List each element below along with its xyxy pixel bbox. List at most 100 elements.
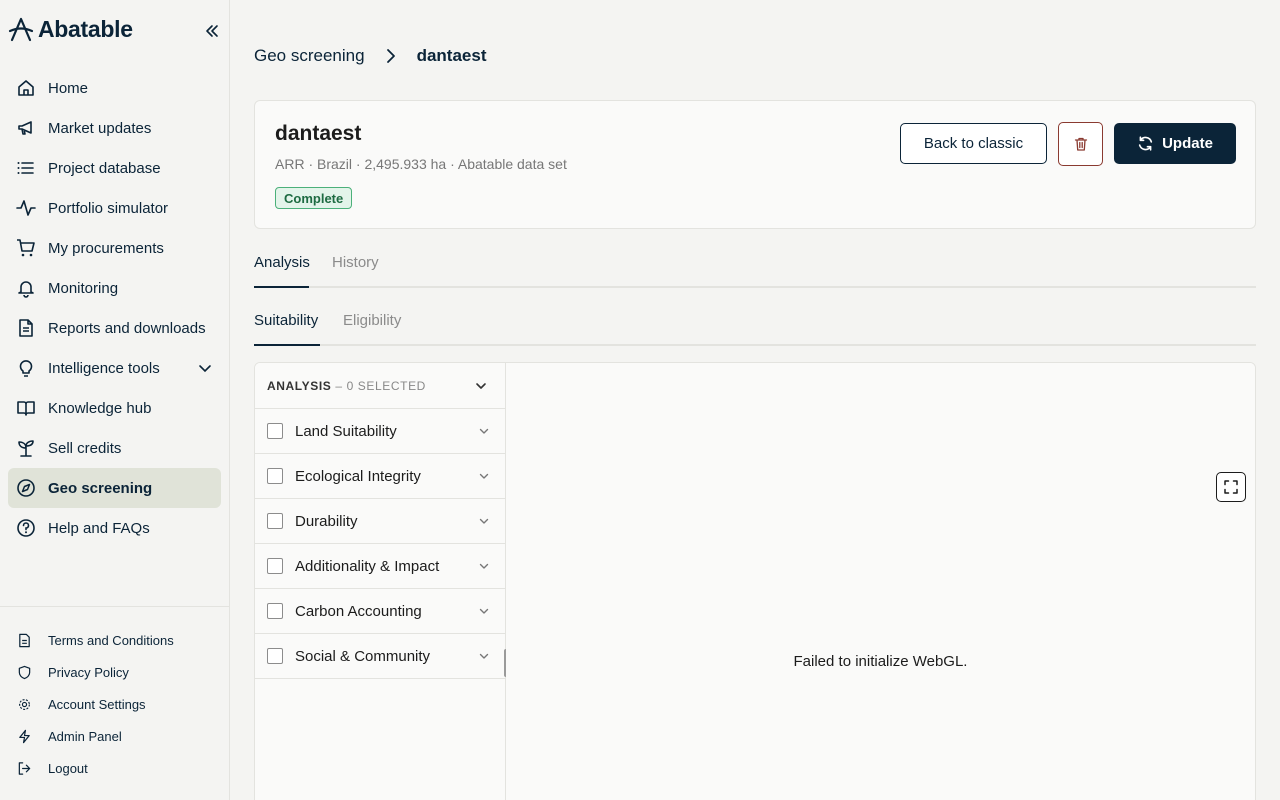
chevron-down-icon bbox=[479, 518, 489, 524]
collapse-sidebar-button[interactable] bbox=[201, 20, 223, 42]
sidebar-item-sell-credits[interactable]: Sell credits bbox=[8, 428, 221, 468]
sidebar-item-knowledge-hub[interactable]: Knowledge hub bbox=[8, 388, 221, 428]
checkbox[interactable] bbox=[267, 558, 283, 574]
main-nav: Home Market updates Project database Por… bbox=[8, 68, 221, 548]
checkbox[interactable] bbox=[267, 648, 283, 664]
sidebar-item-label: Intelligence tools bbox=[48, 359, 160, 377]
fullscreen-button[interactable] bbox=[1216, 472, 1246, 502]
map-error-message: Failed to initialize WebGL. bbox=[793, 653, 968, 670]
map-area[interactable]: Failed to initialize WebGL. bbox=[506, 363, 1255, 800]
refresh-icon bbox=[1138, 136, 1153, 151]
footer-item-terms[interactable]: Terms and Conditions bbox=[8, 624, 221, 656]
category-additionality-impact[interactable]: Additionality & Impact bbox=[255, 544, 505, 589]
chevron-down-icon bbox=[479, 608, 489, 614]
project-meta: ARR · Brazil · 2,495.933 ha · Abatable d… bbox=[275, 156, 567, 172]
project-title: dantaest bbox=[275, 122, 362, 145]
checkbox[interactable] bbox=[267, 603, 283, 619]
trash-icon bbox=[1074, 137, 1087, 151]
sidebar-item-intelligence-tools[interactable]: Intelligence tools bbox=[8, 348, 221, 388]
cart-icon bbox=[16, 238, 36, 258]
footer-item-label: Account Settings bbox=[48, 696, 146, 712]
tab-analysis[interactable]: Analysis bbox=[254, 254, 310, 271]
breadcrumb-geo-screening[interactable]: Geo screening bbox=[254, 46, 365, 66]
footer-item-account-settings[interactable]: Account Settings bbox=[8, 688, 221, 720]
footer-item-admin-panel[interactable]: Admin Panel bbox=[8, 720, 221, 752]
list-icon bbox=[16, 158, 36, 178]
footer-item-privacy[interactable]: Privacy Policy bbox=[8, 656, 221, 688]
chevron-down-icon bbox=[476, 383, 486, 389]
analysis-header-label: ANALYSIS bbox=[267, 378, 332, 393]
secondary-tabs: Suitability Eligibility bbox=[254, 308, 1256, 346]
sidebar-item-help[interactable]: Help and FAQs bbox=[8, 508, 221, 548]
update-button[interactable]: Update bbox=[1114, 123, 1236, 164]
sidebar-item-label: Monitoring bbox=[48, 279, 119, 297]
sidebar-item-label: My procurements bbox=[48, 239, 164, 257]
sidebar-item-my-procurements[interactable]: My procurements bbox=[8, 228, 221, 268]
sidebar-item-reports[interactable]: Reports and downloads bbox=[8, 308, 221, 348]
update-button-label: Update bbox=[1162, 135, 1213, 152]
tab-history[interactable]: History bbox=[332, 254, 379, 271]
sidebar-item-portfolio-simulator[interactable]: Portfolio simulator bbox=[8, 188, 221, 228]
activity-icon bbox=[16, 198, 36, 218]
category-social-community[interactable]: Social & Community bbox=[255, 634, 505, 679]
sidebar-item-label: Help and FAQs bbox=[48, 519, 150, 537]
analysis-sidebar: ANALYSIS – 0 SELECTED Land Suitability E… bbox=[255, 363, 506, 800]
category-label: Land Suitability bbox=[295, 422, 397, 440]
tab-suitability[interactable]: Suitability bbox=[254, 312, 318, 329]
analysis-panel: ANALYSIS – 0 SELECTED Land Suitability E… bbox=[254, 362, 1256, 800]
sidebar-item-project-database[interactable]: Project database bbox=[8, 148, 221, 188]
home-icon bbox=[16, 78, 36, 98]
book-icon bbox=[16, 398, 36, 418]
lightbulb-icon bbox=[16, 358, 36, 378]
megaphone-icon bbox=[16, 118, 36, 138]
checkbox[interactable] bbox=[267, 513, 283, 529]
sidebar-item-market-updates[interactable]: Market updates bbox=[8, 108, 221, 148]
sidebar-item-label: Project database bbox=[48, 159, 161, 177]
sidebar: Abatable Home Market updates Project dat… bbox=[0, 0, 230, 800]
back-to-classic-button[interactable]: Back to classic bbox=[900, 123, 1047, 164]
analysis-selected-count: – 0 SELECTED bbox=[335, 378, 426, 393]
primary-tabs: Analysis History bbox=[254, 250, 1256, 288]
status-badge: Complete bbox=[275, 187, 353, 209]
sidebar-item-label: Reports and downloads bbox=[48, 319, 206, 337]
sidebar-item-label: Sell credits bbox=[48, 439, 122, 457]
chevron-down-icon bbox=[479, 428, 489, 434]
sidebar-item-label: Market updates bbox=[48, 119, 152, 137]
main-content: Geo screening dantaest dantaest ARR · Br… bbox=[254, 0, 1256, 800]
sidebar-item-home[interactable]: Home bbox=[8, 68, 221, 108]
project-header-card: dantaest ARR · Brazil · 2,495.933 ha · A… bbox=[254, 100, 1256, 229]
chevron-down-icon bbox=[199, 365, 211, 373]
category-label: Additionality & Impact bbox=[295, 557, 440, 575]
analysis-dropdown[interactable]: ANALYSIS – 0 SELECTED bbox=[255, 363, 505, 409]
fullscreen-icon bbox=[1224, 480, 1238, 494]
brand-name: Abatable bbox=[38, 16, 133, 42]
sidebar-item-geo-screening[interactable]: Geo screening bbox=[8, 468, 221, 508]
footer-item-label: Terms and Conditions bbox=[48, 632, 174, 648]
category-durability[interactable]: Durability bbox=[255, 499, 505, 544]
footer-item-label: Logout bbox=[48, 760, 88, 776]
delete-button[interactable] bbox=[1058, 122, 1103, 166]
document-icon bbox=[16, 318, 36, 338]
tab-active-indicator bbox=[254, 286, 309, 288]
breadcrumb: Geo screening dantaest bbox=[254, 46, 487, 66]
checkbox[interactable] bbox=[267, 468, 283, 484]
category-land-suitability[interactable]: Land Suitability bbox=[255, 409, 505, 454]
chevrons-left-icon bbox=[206, 25, 218, 37]
sidebar-item-label: Knowledge hub bbox=[48, 399, 152, 417]
chevron-right-icon bbox=[386, 49, 395, 63]
category-ecological-integrity[interactable]: Ecological Integrity bbox=[255, 454, 505, 499]
gear-icon bbox=[16, 696, 32, 712]
sidebar-footer: Terms and Conditions Privacy Policy Acco… bbox=[8, 624, 221, 784]
checkbox[interactable] bbox=[267, 423, 283, 439]
category-carbon-accounting[interactable]: Carbon Accounting bbox=[255, 589, 505, 634]
compass-icon bbox=[16, 478, 36, 498]
chevron-down-icon bbox=[479, 473, 489, 479]
help-icon bbox=[16, 518, 36, 538]
sprout-icon bbox=[16, 438, 36, 458]
footer-item-logout[interactable]: Logout bbox=[8, 752, 221, 784]
brand-logo[interactable]: Abatable bbox=[8, 16, 133, 43]
tab-eligibility[interactable]: Eligibility bbox=[343, 312, 401, 329]
sidebar-item-monitoring[interactable]: Monitoring bbox=[8, 268, 221, 308]
logout-icon bbox=[16, 760, 32, 776]
sidebar-item-label: Portfolio simulator bbox=[48, 199, 169, 217]
